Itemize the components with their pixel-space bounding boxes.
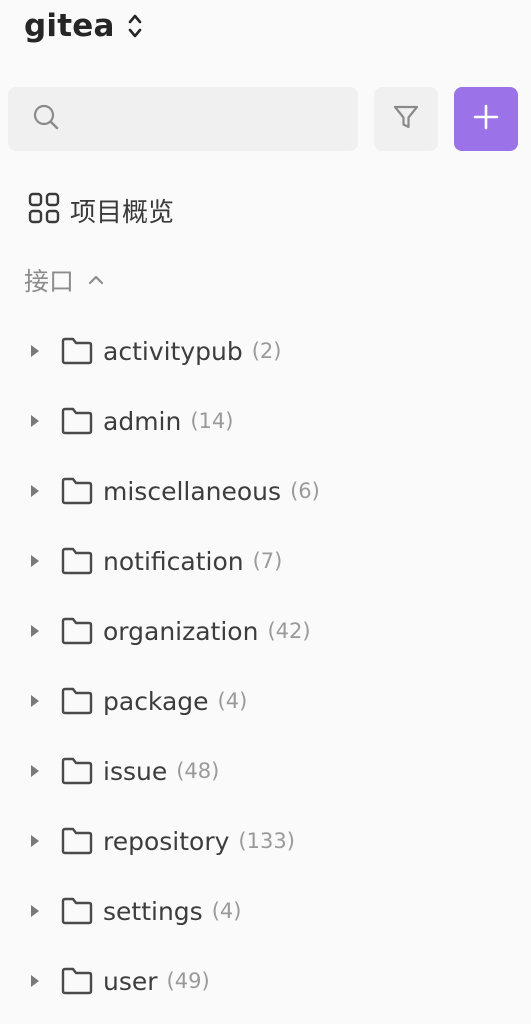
folder-icon (61, 547, 93, 575)
folder-item[interactable]: repository (133) (0, 806, 531, 876)
plus-icon (472, 103, 500, 135)
folder-count: (6) (290, 479, 320, 503)
caret-right-icon[interactable] (30, 834, 40, 848)
folder-item[interactable]: notification (7) (0, 526, 531, 596)
overview-label: 项目概览 (70, 197, 175, 228)
chevron-up-icon (88, 271, 104, 290)
folder-list: activitypub (2) admin (14) miscellaneous (6) n… (0, 316, 531, 1016)
caret-right-icon[interactable] (30, 344, 40, 358)
filter-icon (392, 103, 420, 135)
folder-name: admin (103, 406, 182, 436)
folder-item[interactable]: organization (42) (0, 596, 531, 666)
folder-icon (61, 337, 93, 365)
search-icon (32, 103, 60, 135)
api-sidebar: gitea 项目概览 接口 activitypub (2) admin (14)… (0, 0, 531, 1024)
folder-count: (2) (251, 339, 282, 363)
folder-name: issue (103, 756, 168, 786)
folder-count: (48) (176, 759, 220, 783)
add-button[interactable] (454, 87, 518, 151)
folder-name: organization (103, 616, 259, 646)
folder-item[interactable]: issue (48) (0, 736, 531, 806)
folder-count: (133) (238, 829, 295, 853)
caret-right-icon[interactable] (30, 414, 40, 428)
folder-name: settings (103, 896, 203, 926)
folder-item[interactable]: miscellaneous (6) (0, 456, 531, 526)
folder-icon (61, 477, 93, 505)
folder-icon (61, 897, 93, 925)
folder-count: (14) (190, 409, 234, 433)
folder-name: miscellaneous (103, 476, 282, 506)
caret-right-icon[interactable] (30, 624, 40, 638)
folder-name: user (103, 966, 158, 996)
folder-icon (61, 967, 93, 995)
chevron-up-down-icon (125, 11, 145, 41)
folder-icon (61, 757, 93, 785)
folder-icon (61, 827, 93, 855)
project-name: gitea (24, 8, 115, 44)
caret-right-icon[interactable] (30, 764, 40, 778)
caret-right-icon[interactable] (30, 484, 40, 498)
folder-icon (61, 407, 93, 435)
folder-count: (42) (267, 619, 311, 643)
caret-right-icon[interactable] (30, 554, 40, 568)
folder-item[interactable]: package (4) (0, 666, 531, 736)
folder-icon (61, 687, 93, 715)
section-toggle-interfaces[interactable]: 接口 (24, 260, 104, 300)
folder-count: (49) (166, 969, 210, 993)
caret-right-icon[interactable] (30, 974, 40, 988)
folder-name: activitypub (103, 336, 243, 366)
folder-count: (4) (211, 899, 242, 923)
search-input[interactable] (70, 98, 354, 140)
folder-item[interactable]: admin (14) (0, 386, 531, 456)
caret-right-icon[interactable] (30, 694, 40, 708)
folder-count: (4) (217, 689, 248, 713)
folder-item[interactable]: settings (4) (0, 876, 531, 946)
folder-item[interactable]: user (49) (0, 946, 531, 1016)
folder-count: (7) (252, 549, 283, 573)
section-label: 接口 (24, 267, 75, 296)
folder-item[interactable]: activitypub (2) (0, 316, 531, 386)
caret-right-icon[interactable] (30, 904, 40, 918)
project-switcher[interactable]: gitea (24, 4, 145, 48)
filter-button[interactable] (374, 87, 438, 151)
grid-icon (28, 192, 60, 228)
search-box[interactable] (8, 87, 358, 151)
folder-name: notification (103, 546, 244, 576)
project-overview-link[interactable]: 项目概览 (28, 188, 174, 232)
folder-name: repository (103, 826, 230, 856)
folder-icon (61, 617, 93, 645)
toolbar (8, 87, 518, 151)
folder-name: package (103, 686, 209, 716)
